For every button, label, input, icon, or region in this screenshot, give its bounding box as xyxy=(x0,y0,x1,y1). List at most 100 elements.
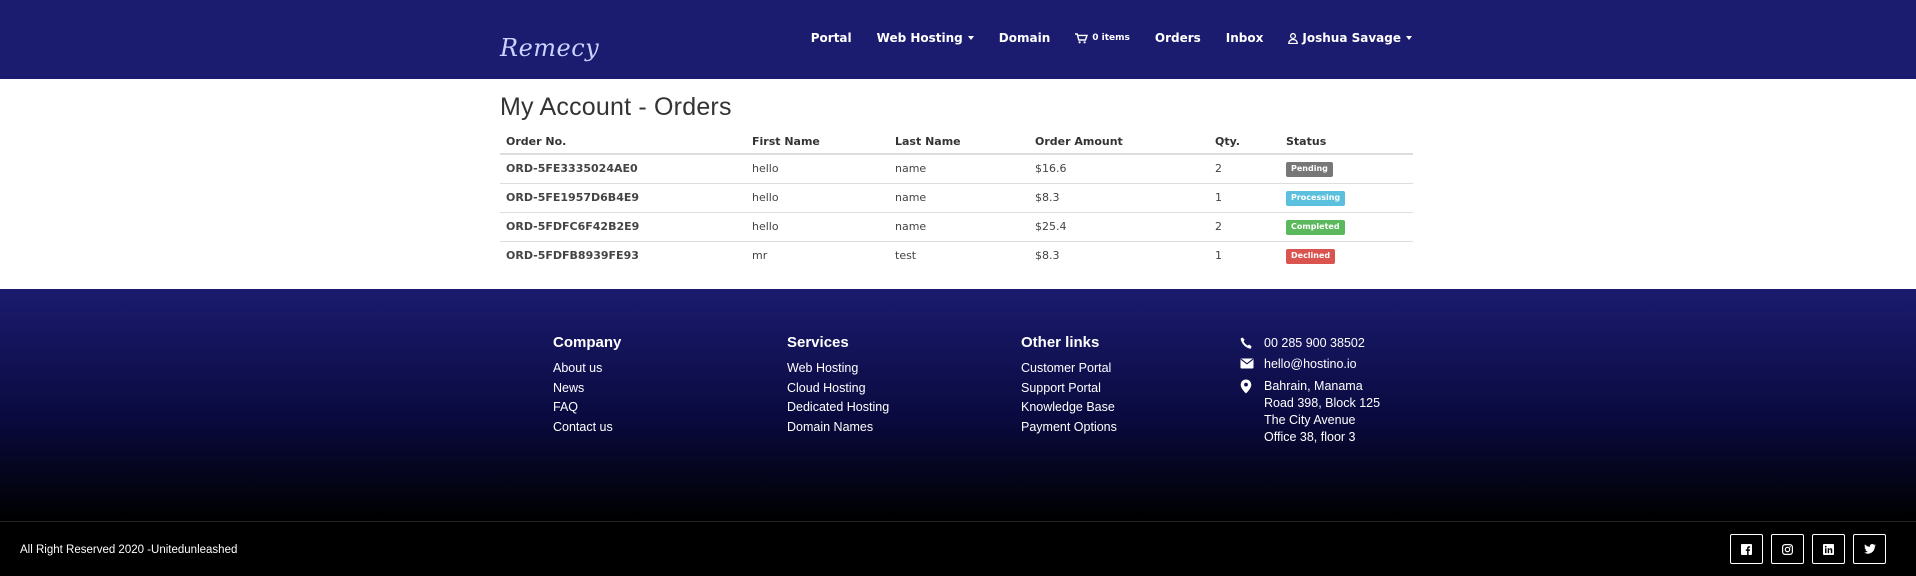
footer-link-payment-options[interactable]: Payment Options xyxy=(1021,418,1117,438)
footer-services-heading: Services xyxy=(787,334,849,351)
site-logo[interactable]: Remecy xyxy=(500,34,599,62)
facebook-button[interactable] xyxy=(1730,534,1763,564)
shopping-cart-icon xyxy=(1075,32,1089,44)
cart-count: 0 items xyxy=(1092,33,1130,43)
footer-link-support-portal[interactable]: Support Portal xyxy=(1021,379,1117,399)
status-cell: Processing xyxy=(1280,182,1413,212)
address-line: Road 398, Block 125 xyxy=(1264,396,1381,410)
social-links xyxy=(1722,534,1886,564)
status-badge: Declined xyxy=(1286,248,1336,264)
footer-link-cloud-hosting[interactable]: Cloud Hosting xyxy=(787,379,889,399)
footer-link-web-hosting[interactable]: Web Hosting xyxy=(787,359,889,379)
nav-web-hosting[interactable]: Web Hosting xyxy=(877,31,974,45)
main-content: My Account - Orders Order No. First Name… xyxy=(500,79,1413,270)
table-row[interactable]: ORD-5FDFC6F42B2E9 hello name $25.4 2 Com… xyxy=(500,211,1413,241)
order-number[interactable]: ORD-5FDFB8939FE93 xyxy=(500,240,746,270)
twitter-icon xyxy=(1863,544,1876,554)
map-pin-icon xyxy=(1240,378,1264,394)
nav-portal-label: Portal xyxy=(810,31,852,45)
column-header-order-amount: Order Amount xyxy=(1029,130,1209,155)
address-line: Office 38, floor 3 xyxy=(1264,430,1356,444)
instagram-button[interactable] xyxy=(1771,534,1804,564)
copyright-text: All Right Reserved 2020 -Unitedunleashed xyxy=(20,544,238,556)
order-number[interactable]: ORD-5FDFC6F42B2E9 xyxy=(500,211,746,241)
contact-email-row: hello@hostino.io xyxy=(1240,357,1380,371)
column-header-last-name: Last Name xyxy=(889,130,1029,155)
orders-table: Order No. First Name Last Name Order Amo… xyxy=(500,130,1413,270)
table-row[interactable]: ORD-5FE1957D6B4E9 hello name $8.3 1 Proc… xyxy=(500,182,1413,212)
nav-web-hosting-label: Web Hosting xyxy=(876,31,963,45)
footer-link-news[interactable]: News xyxy=(553,379,621,399)
first-name-cell: hello xyxy=(752,162,779,176)
address-line: Bahrain, Manama xyxy=(1264,379,1363,393)
qty-cell: 2 xyxy=(1209,211,1280,241)
twitter-button[interactable] xyxy=(1853,534,1886,564)
main-nav: Portal Web Hosting Domain 0 items Orders… xyxy=(811,31,1412,45)
order-amount-cell: $16.6 xyxy=(1035,162,1067,176)
footer-link-domain-names[interactable]: Domain Names xyxy=(787,418,889,438)
footer-link-about-us[interactable]: About us xyxy=(553,359,621,379)
caret-down-icon xyxy=(967,36,974,40)
nav-portal[interactable]: Portal xyxy=(811,31,852,45)
footer-company-heading: Company xyxy=(553,334,622,351)
nav-domain-label: Domain xyxy=(998,31,1051,45)
status-badge: Completed xyxy=(1286,219,1345,235)
order-number[interactable]: ORD-5FE3335024AE0 xyxy=(500,154,746,183)
status-cell: Pending xyxy=(1280,154,1413,183)
facebook-icon xyxy=(1741,543,1752,555)
nav-orders[interactable]: Orders xyxy=(1155,31,1201,45)
phone-icon xyxy=(1240,336,1264,350)
qty-cell: 1 xyxy=(1209,182,1280,212)
footer-company-column: Company About us News FAQ Contact us xyxy=(553,334,621,437)
order-amount-cell: $25.4 xyxy=(1029,211,1209,241)
linkedin-button[interactable] xyxy=(1812,534,1845,564)
first-name-cell: mr xyxy=(746,240,889,270)
footer-link-knowledge-base[interactable]: Knowledge Base xyxy=(1021,398,1117,418)
status-badge: Processing xyxy=(1286,190,1346,206)
first-name-cell: hello xyxy=(746,211,889,241)
column-header-qty: Qty. xyxy=(1209,130,1280,155)
contact-phone[interactable]: 00 285 900 38502 xyxy=(1264,336,1365,350)
status-badge: Pending xyxy=(1286,161,1333,177)
column-header-first-name: First Name xyxy=(746,130,889,155)
nav-cart[interactable]: 0 items xyxy=(1075,32,1130,44)
status-cell: Completed xyxy=(1280,211,1413,241)
last-name-cell: test xyxy=(889,240,1029,270)
envelope-icon xyxy=(1240,357,1264,369)
linkedin-icon xyxy=(1823,543,1834,555)
bottom-bar: All Right Reserved 2020 -Unitedunleashed xyxy=(0,521,1916,576)
footer-link-dedicated-hosting[interactable]: Dedicated Hosting xyxy=(787,398,889,418)
caret-down-icon xyxy=(1406,36,1412,40)
table-header-row: Order No. First Name Last Name Order Amo… xyxy=(500,130,1413,155)
instagram-icon xyxy=(1782,543,1793,555)
qty-cell: 1 xyxy=(1209,240,1280,270)
table-row[interactable]: ORD-5FE3335024AE0 hello name $16.6 2 Pen… xyxy=(500,154,1413,183)
footer-link-customer-portal[interactable]: Customer Portal xyxy=(1021,359,1117,379)
order-number[interactable]: ORD-5FE1957D6B4E9 xyxy=(500,182,746,212)
order-amount-cell: $8.3 xyxy=(1029,240,1209,270)
last-name-cell: name xyxy=(889,182,1029,212)
nav-orders-label: Orders xyxy=(1154,31,1201,45)
contact-address: Bahrain, Manama Road 398, Block 125 The … xyxy=(1264,378,1380,446)
contact-email[interactable]: hello@hostino.io xyxy=(1264,357,1357,371)
footer-services-column: Services Web Hosting Cloud Hosting Dedic… xyxy=(787,334,889,437)
nav-inbox[interactable]: Inbox xyxy=(1226,31,1264,45)
user-icon xyxy=(1288,32,1299,44)
footer-link-contact-us[interactable]: Contact us xyxy=(553,418,621,438)
nav-domain[interactable]: Domain xyxy=(999,31,1050,45)
last-name-cell: name xyxy=(895,162,927,176)
contact-address-row: Bahrain, Manama Road 398, Block 125 The … xyxy=(1240,378,1380,446)
nav-inbox-label: Inbox xyxy=(1225,31,1264,45)
footer-link-faq[interactable]: FAQ xyxy=(553,398,621,418)
column-header-order-no: Order No. xyxy=(500,130,746,155)
top-navbar: Remecy Portal Web Hosting Domain 0 items… xyxy=(0,0,1916,79)
status-cell: Declined xyxy=(1280,240,1413,270)
table-row[interactable]: ORD-5FDFB8939FE93 mr test $8.3 1 Decline… xyxy=(500,240,1413,270)
contact-phone-row: 00 285 900 38502 xyxy=(1240,336,1380,350)
page-title: My Account - Orders xyxy=(500,93,732,121)
qty-cell: 2 xyxy=(1215,162,1222,176)
site-footer: Company About us News FAQ Contact us Ser… xyxy=(0,289,1916,521)
last-name-cell: name xyxy=(889,211,1029,241)
nav-user-menu[interactable]: Joshua Savage xyxy=(1288,31,1412,45)
footer-other-links-heading: Other links xyxy=(1021,334,1100,351)
